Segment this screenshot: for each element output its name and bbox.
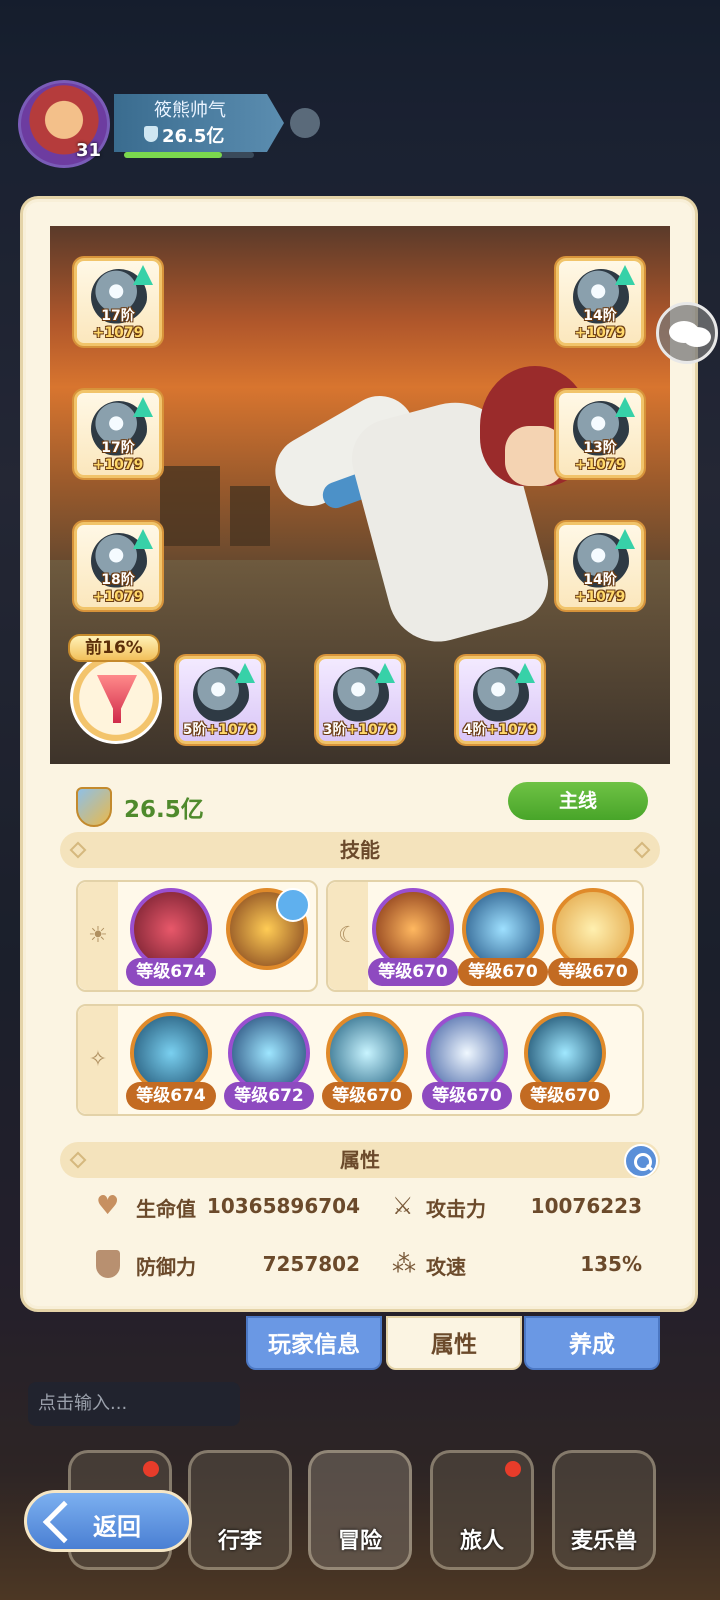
hp-label: 生命值 xyxy=(136,1197,196,1221)
diamond-icon xyxy=(69,1151,87,1169)
skill-level: 等级674 xyxy=(126,1082,216,1110)
equip-slot-ring[interactable]: 5阶+1079 xyxy=(176,656,264,744)
equip-tag: 17阶+1079 xyxy=(92,440,144,473)
character-model[interactable] xyxy=(262,306,610,706)
equip-tag: 14阶+1079 xyxy=(574,308,626,341)
skill-wing[interactable]: 等级670 xyxy=(422,1010,512,1114)
crossed-swords-icon: ⚔ xyxy=(392,1192,414,1220)
diamond-icon xyxy=(633,841,651,859)
skill-level: 等级670 xyxy=(422,1082,512,1110)
search-icon[interactable] xyxy=(624,1144,658,1178)
skill-tree-spirit[interactable]: 等级674 xyxy=(126,1010,216,1114)
skill-level: 等级670 xyxy=(458,958,548,986)
skill-arrows[interactable]: 等级672 xyxy=(224,1010,314,1114)
skill-vortex[interactable]: 等级670 xyxy=(458,886,548,990)
equip-slot-armor[interactable]: 17阶+1079 xyxy=(74,390,162,478)
skill-harp[interactable]: 等级674 xyxy=(126,886,216,990)
tab-attributes[interactable]: 属性 xyxy=(386,1316,522,1370)
attack-value: 10076223 xyxy=(530,1194,642,1218)
heart-icon: ♥ xyxy=(96,1191,120,1221)
nav-label: 冒险 xyxy=(337,1529,382,1554)
speed-value: 135% xyxy=(580,1252,642,1276)
equip-tag: 3阶+1079 xyxy=(322,722,398,738)
scene-ruin xyxy=(230,486,270,546)
scene-ruin xyxy=(160,466,220,546)
equip-tag: 13阶+1079 xyxy=(574,440,626,473)
shield-defense-icon xyxy=(96,1250,120,1278)
notification-dot xyxy=(143,1461,159,1477)
player-level: 31 xyxy=(76,140,102,161)
shield-icon xyxy=(144,126,158,142)
equip-slot-belt[interactable]: 18阶+1079 xyxy=(74,522,162,610)
attack-label: 攻击力 xyxy=(426,1197,486,1221)
nav-label: 旅人 xyxy=(459,1529,504,1554)
equip-tag: 17阶+1079 xyxy=(92,308,144,341)
equip-slot-gloves[interactable]: 13阶+1079 xyxy=(556,390,644,478)
player-power: 26.5亿 xyxy=(162,126,225,147)
skill-ice-tree[interactable]: 等级670 xyxy=(520,1010,610,1114)
drink-icon xyxy=(97,675,137,723)
equip-slot-bow[interactable]: 17阶+1079 xyxy=(74,258,162,346)
speed-label: 攻速 xyxy=(426,1255,466,1279)
rank-percent-badge: 前16% xyxy=(68,634,160,662)
equip-tag: 18阶+1079 xyxy=(92,572,144,605)
sword-icon xyxy=(276,888,310,922)
consumable-slot[interactable] xyxy=(70,652,162,744)
equip-slot-boots[interactable]: 14阶+1079 xyxy=(556,522,644,610)
attributes-header: 属性 xyxy=(60,1142,660,1178)
attributes-title: 属性 xyxy=(340,1148,380,1172)
equip-tag: 5阶+1079 xyxy=(182,722,258,738)
equip-slot-amulet[interactable]: 4阶+1079 xyxy=(456,656,544,744)
mainline-button[interactable]: 主线 xyxy=(508,782,648,820)
skill-level: 等级672 xyxy=(224,1082,314,1110)
tab-player-info[interactable]: 玩家信息 xyxy=(246,1316,382,1370)
equip-slot-helmet[interactable]: 14阶+1079 xyxy=(556,258,644,346)
nav-label: 行李 xyxy=(217,1529,262,1554)
skill-blade[interactable]: 等级670 xyxy=(322,1010,412,1114)
skill-level: 等级670 xyxy=(322,1082,412,1110)
equip-tag: 14阶+1079 xyxy=(574,572,626,605)
power-shield-icon xyxy=(76,787,112,827)
notification-dot xyxy=(505,1461,521,1477)
skill-music-orb[interactable]: 等级670 xyxy=(368,886,458,990)
skill-level: 等级670 xyxy=(548,958,638,986)
nav-luggage[interactable]: 行李 xyxy=(188,1450,292,1570)
power-value: 26.5亿 xyxy=(124,797,204,823)
tab-cultivate[interactable]: 养成 xyxy=(524,1316,660,1370)
equip-tag: 4阶+1079 xyxy=(462,722,538,738)
moon-icon: ☾ xyxy=(328,882,368,990)
equip-slot-necklace[interactable]: 3阶+1079 xyxy=(316,656,404,744)
chat-bubble-icon[interactable] xyxy=(656,302,718,364)
back-button[interactable]: 返回 xyxy=(24,1490,192,1552)
skills-title: 技能 xyxy=(340,838,380,862)
amulet-gear-icon xyxy=(473,667,529,723)
necklace-gear-icon xyxy=(333,667,389,723)
defense-label: 防御力 xyxy=(136,1255,196,1279)
hp-value: 10365896704 xyxy=(206,1194,360,1218)
player-bar[interactable]: 31 筱熊帅气 26.5亿 xyxy=(14,80,284,170)
speed-nodes-icon: ⁂ xyxy=(392,1250,416,1278)
skills-header: 技能 xyxy=(60,832,660,868)
player-progress-bar xyxy=(124,152,254,158)
skill-level: 等级674 xyxy=(126,958,216,986)
nav-adventure[interactable]: 冒险 xyxy=(308,1450,412,1570)
nav-beast[interactable]: 麦乐兽 xyxy=(552,1450,656,1570)
ring-gear-icon xyxy=(193,667,249,723)
guild-icon[interactable] xyxy=(290,108,320,138)
nav-label: 麦乐兽 xyxy=(570,1529,637,1554)
chat-input[interactable]: 点击输入... xyxy=(28,1382,240,1426)
star-icon: ✧ xyxy=(78,1006,118,1114)
back-arrow-icon xyxy=(42,1500,86,1544)
skill-eye[interactable]: 等级670 xyxy=(548,886,638,990)
sun-icon: ☀ xyxy=(78,882,118,990)
back-label: 返回 xyxy=(93,1513,141,1541)
defense-value: 7257802 xyxy=(262,1252,360,1276)
skill-level: 等级670 xyxy=(368,958,458,986)
diamond-icon xyxy=(69,841,87,859)
skill-level: 等级670 xyxy=(520,1082,610,1110)
player-name: 筱熊帅气 xyxy=(154,100,226,121)
nav-traveler[interactable]: 旅人 xyxy=(430,1450,534,1570)
